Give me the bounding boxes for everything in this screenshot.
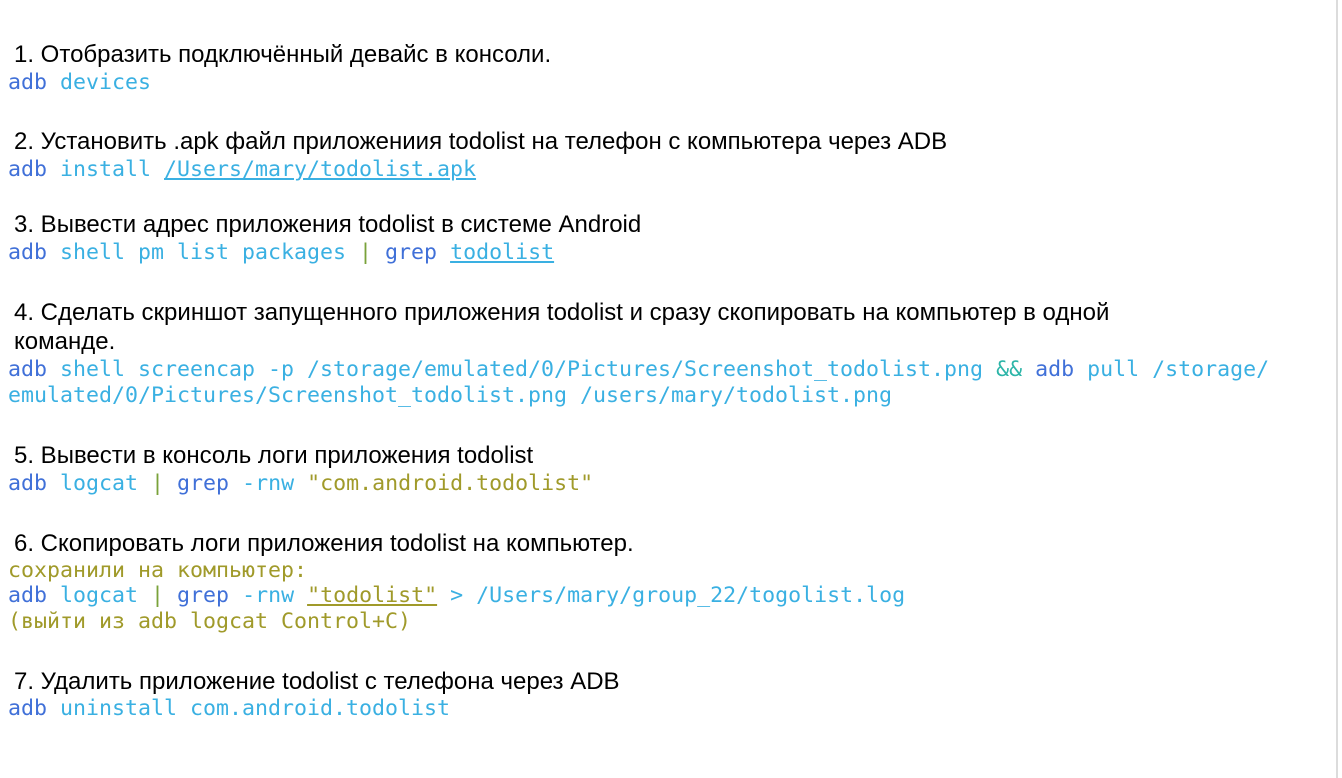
- step-1-command[interactable]: adb devices: [8, 70, 151, 96]
- redirect-output: > /Users/mary/group_22/togolist.log: [437, 583, 906, 608]
- step-4-heading-line2: команде.: [14, 328, 116, 355]
- step-6-note-saved: сохранили на компьютер:: [8, 558, 308, 583]
- adb-keyword: adb: [8, 696, 48, 721]
- subcommand: shell pm list packages: [47, 240, 360, 265]
- subcommand: devices: [47, 70, 152, 95]
- apk-path-link[interactable]: /Users/mary/todolist.apk: [164, 157, 476, 182]
- step-2-command[interactable]: adb install /Users/mary/todolist.apk: [8, 157, 476, 183]
- subcommand: logcat: [47, 583, 152, 608]
- step-6-heading: 6. Скопировать логи приложения todolist …: [14, 530, 634, 557]
- subcommand: logcat: [47, 471, 152, 496]
- grep-keyword: grep: [164, 471, 243, 496]
- grep-flags: -rnw: [242, 471, 308, 496]
- subcommand: install: [47, 157, 165, 182]
- subcommand: shell screencap -p /storage/emulated/0/P…: [47, 357, 997, 382]
- pipe-operator: |: [151, 583, 165, 608]
- subcommand: pull /storage/: [1074, 357, 1270, 382]
- adb-keyword: adb: [1022, 357, 1075, 382]
- adb-keyword: adb: [8, 240, 48, 265]
- adb-keyword: adb: [8, 357, 48, 382]
- adb-keyword: adb: [8, 471, 48, 496]
- subcommand: uninstall com.android.todolist: [47, 696, 451, 721]
- grep-flags: -rnw: [242, 583, 308, 608]
- step-6-command[interactable]: adb logcat | grep -rnw "todolist" > /Use…: [8, 583, 905, 609]
- adb-keyword: adb: [8, 70, 48, 95]
- step-1-heading: 1. Отобразить подключённый девайс в конс…: [14, 41, 552, 68]
- grep-keyword: grep: [372, 240, 451, 265]
- step-6-note-exit: (выйти из adb logcat Control+C): [8, 609, 412, 634]
- step-4-command-line2[interactable]: emulated/0/Pictures/Screenshot_todolist.…: [8, 383, 892, 409]
- string-literal: "com.android.todolist": [307, 471, 594, 496]
- adb-keyword: adb: [8, 157, 48, 182]
- string-literal-link[interactable]: "todolist": [307, 583, 437, 608]
- step-4-heading-line1: 4. Сделать скриншот запущенного приложен…: [14, 299, 1110, 326]
- step-3-heading: 3. Вывести адрес приложения todolist в с…: [14, 211, 642, 238]
- step-5-heading: 5. Вывести в консоль логи приложения tod…: [14, 442, 534, 469]
- step-2-heading: 2. Установить .apk файл приложениия todo…: [14, 128, 948, 155]
- step-7-heading: 7. Удалить приложение todolist с телефон…: [14, 668, 620, 695]
- right-border: [1336, 0, 1338, 778]
- adb-keyword: adb: [8, 583, 48, 608]
- step-7-command[interactable]: adb uninstall com.android.todolist: [8, 696, 450, 722]
- grep-keyword: grep: [164, 583, 243, 608]
- grep-argument-link[interactable]: todolist: [450, 240, 554, 265]
- step-4-command-line1[interactable]: adb shell screencap -p /storage/emulated…: [8, 357, 1269, 383]
- subcommand: emulated/0/Pictures/Screenshot_todolist.…: [8, 383, 893, 408]
- step-3-command[interactable]: adb shell pm list packages | grep todoli…: [8, 240, 554, 266]
- pipe-operator: |: [151, 471, 165, 496]
- pipe-operator: |: [359, 240, 373, 265]
- step-5-command[interactable]: adb logcat | grep -rnw "com.android.todo…: [8, 471, 593, 497]
- and-operator: &&: [996, 357, 1023, 382]
